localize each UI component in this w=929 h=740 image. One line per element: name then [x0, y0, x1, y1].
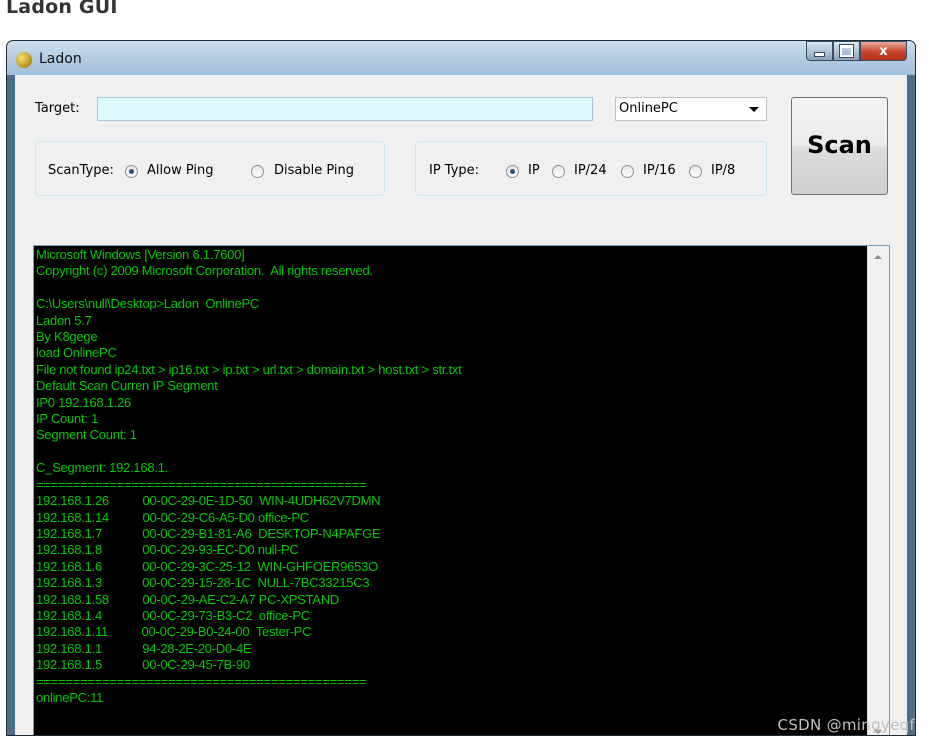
console-line: Default Scan Curren IP Segment [36, 378, 218, 394]
console-output[interactable]: Microsoft Windows [Version 6.1.7600] Copy… [33, 245, 890, 735]
chevron-down-icon[interactable] [749, 107, 759, 112]
console-line: 192.168.1.26 00-0C-29-0E-1D-50 WIN-4UDH6… [36, 493, 381, 509]
maximize-button[interactable] [833, 41, 860, 61]
console-line: IP0 192.168.1.26 [36, 394, 132, 410]
console-line: 192.168.1.6 00-0C-29-3C-25-12 WIN-GHFOER… [36, 558, 378, 574]
console-line: 192.168.1.5 00-0C-29-45-7B-90 [36, 657, 251, 673]
console-line: onlinePC:11 [36, 689, 104, 705]
console-line: 192.168.1.4 00-0C-29-73-B3-C2 office-PC [36, 607, 310, 623]
iptype-group: IP Type: IP IP/24 IP/16 IP/8 [415, 141, 767, 196]
watermark: CSDN @mingyeqf [777, 716, 915, 734]
close-icon: x [879, 43, 888, 59]
console-line: load OnlinePC [36, 345, 117, 361]
allow-ping-radio[interactable] [125, 165, 138, 178]
disable-ping-label[interactable]: Disable Ping [274, 163, 354, 178]
console-line: By K8gege [36, 329, 98, 345]
scroll-up-arrow-icon[interactable] [874, 255, 882, 259]
title-bar[interactable]: Ladon x [7, 41, 915, 75]
console-line: C_Segment: 192.168.1. [36, 460, 169, 476]
maximize-icon [839, 44, 854, 58]
console-line: Segment Count: 1 [36, 427, 137, 443]
console-text[interactable]: Microsoft Windows [Version 6.1.7600] Copy… [36, 247, 863, 735]
minimize-icon [814, 52, 825, 57]
scan-button[interactable]: Scan [791, 97, 888, 195]
console-line: 192.168.1.1 94-28-2E-20-D0-4E [36, 640, 252, 656]
console-line: C:\Users\null\Desktop>Ladon OnlinePC [36, 296, 260, 312]
window-title: Ladon [39, 51, 82, 67]
ip24-label[interactable]: IP/24 [574, 163, 607, 178]
caption-buttons: x [806, 41, 907, 63]
ip16-label[interactable]: IP/16 [643, 163, 676, 178]
console-line: Copyright (c) 2009 Microsoft Corporation… [36, 263, 373, 279]
scantype-label: ScanType: [48, 163, 114, 178]
minimize-button[interactable] [806, 41, 833, 61]
target-input[interactable] [97, 97, 593, 121]
ip8-radio[interactable] [689, 165, 702, 178]
console-line: 192.168.1.58 00-0C-29-AE-C2-A7 PC-XPSTAN… [36, 591, 340, 607]
disable-ping-radio[interactable] [251, 165, 264, 178]
ip-radio[interactable] [506, 165, 519, 178]
console-line: 192.168.1.8 00-0C-29-93-EC-D0 null-PC [36, 542, 299, 558]
target-label: Target: [35, 101, 80, 116]
close-button[interactable]: x [860, 41, 907, 61]
mode-select[interactable]: OnlinePC [615, 97, 767, 121]
console-line: ========================================… [36, 476, 367, 492]
console-line: 192.168.1.3 00-0C-29-15-28-1C NULL-7BC33… [36, 575, 370, 591]
page-heading: Ladon GUI [6, 0, 118, 18]
console-line: Microsoft Windows [Version 6.1.7600] [36, 247, 245, 262]
scantype-group: ScanType: Allow Ping Disable Ping [35, 141, 385, 196]
console-line: 192.168.1.7 00-0C-29-B1-81-A6 DESKTOP-N4… [36, 525, 381, 541]
console-line: Ladon 5.7 [36, 312, 92, 328]
allow-ping-label[interactable]: Allow Ping [147, 163, 214, 178]
window-client-area: Target: OnlinePC Scan ScanType: Allow Pi… [15, 75, 907, 735]
iptype-label: IP Type: [429, 163, 480, 178]
ip16-radio[interactable] [621, 165, 634, 178]
ip24-radio[interactable] [552, 165, 565, 178]
console-line: IP Count: 1 [36, 411, 99, 427]
lemon-app-icon [16, 52, 32, 68]
console-line: 192.168.1.11 00-0C-29-B0-24-00 Tester-PC [36, 624, 312, 640]
mode-select-value: OnlinePC [619, 101, 678, 116]
console-line: ========================================… [36, 673, 367, 689]
ip8-label[interactable]: IP/8 [711, 163, 735, 178]
console-line: File not found ip24.txt > ip16.txt > ip.… [36, 361, 462, 377]
ip-label[interactable]: IP [528, 163, 540, 178]
console-scrollbar[interactable] [867, 246, 889, 735]
ladon-window: Ladon x Target: OnlinePC Scan ScanType: … [6, 40, 916, 736]
console-line: 192.168.1.14 00-0C-29-C6-A5-D0 office-PC [36, 509, 309, 525]
